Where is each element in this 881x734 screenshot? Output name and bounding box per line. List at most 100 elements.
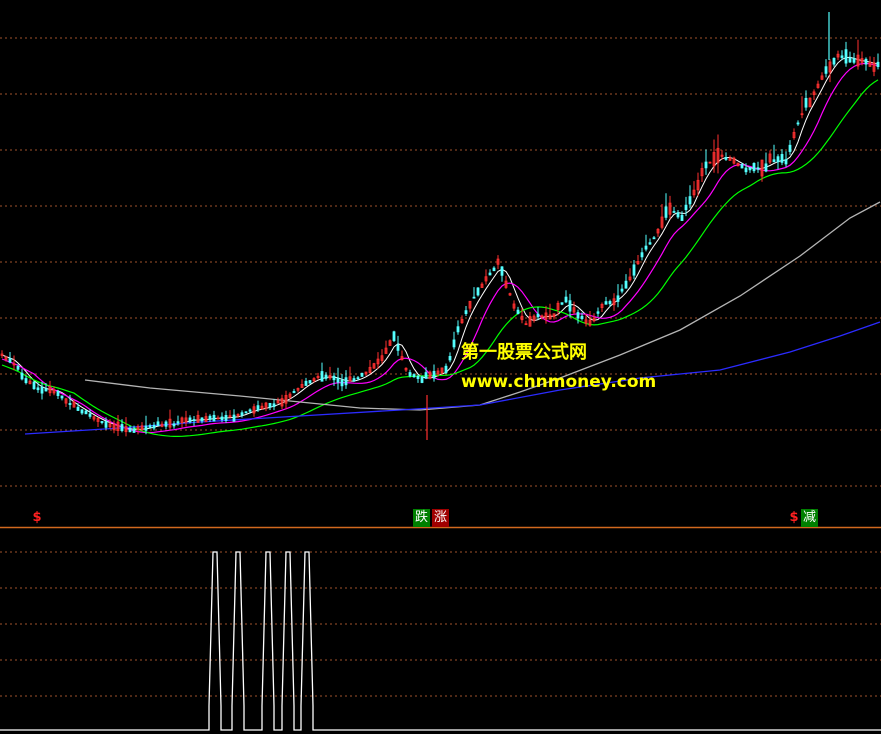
- candle-body: [200, 417, 204, 422]
- candle-body: [332, 375, 336, 381]
- candle-body: [456, 326, 460, 333]
- candle-body: [676, 212, 680, 218]
- candle-body: [272, 403, 276, 407]
- stock-chart: [0, 12, 881, 731]
- candle-body: [492, 267, 496, 272]
- indicator-gridlines: [0, 551, 881, 697]
- candle-body: [240, 412, 244, 416]
- candle-body: [752, 163, 756, 172]
- candle-body: [356, 377, 360, 380]
- indicator-line: [0, 551, 881, 731]
- candle-body: [604, 301, 608, 305]
- candle-body: [824, 66, 828, 74]
- candle-body: [448, 355, 452, 361]
- candle-body: [464, 310, 468, 315]
- candle-body: [396, 344, 400, 351]
- candle-body: [212, 414, 216, 422]
- candle-body: [876, 61, 880, 68]
- candle-body: [596, 311, 600, 314]
- candle-body: [748, 167, 752, 171]
- candle-body: [44, 388, 48, 392]
- candle-body: [488, 272, 492, 276]
- candle-body: [408, 372, 412, 377]
- candle-body: [476, 287, 480, 296]
- ma-120-line: [24, 321, 881, 435]
- candle-body: [60, 395, 64, 399]
- candle-body: [632, 264, 636, 276]
- candle-body: [764, 163, 768, 172]
- candle-body: [576, 312, 580, 319]
- watermark-title: 第一股票公式网: [461, 342, 587, 363]
- candle-body: [416, 375, 420, 379]
- candle-body: [844, 49, 848, 64]
- candle-body: [452, 339, 456, 348]
- candle-body: [624, 280, 628, 289]
- candle-body: [560, 302, 564, 305]
- indicator-panel: [0, 551, 881, 731]
- candle-body: [100, 421, 104, 424]
- candle-body: [848, 57, 852, 63]
- candle-body: [516, 309, 520, 315]
- candle-body: [24, 378, 28, 384]
- candle-body: [144, 425, 148, 431]
- candle-body: [232, 414, 236, 422]
- candle-body: [568, 300, 572, 312]
- candle-body: [672, 211, 676, 213]
- candle-body: [648, 242, 652, 245]
- candle-body: [756, 167, 760, 170]
- candle-body: [620, 288, 624, 292]
- candle-body: [172, 423, 176, 427]
- candle-body: [148, 425, 152, 428]
- candle-body: [84, 410, 88, 415]
- candle-body: [324, 374, 328, 379]
- ma-mid-line: [1, 62, 879, 434]
- candle-body: [120, 424, 124, 431]
- candle-body: [432, 370, 436, 379]
- candle-body: [740, 164, 744, 169]
- price-gridlines: [0, 37, 881, 487]
- candle-body: [684, 204, 688, 211]
- signal-rise: 涨: [432, 509, 450, 527]
- candle-body: [424, 372, 428, 379]
- candle-body: [132, 428, 136, 433]
- candle-body: [804, 97, 808, 108]
- candle-body: [784, 159, 788, 165]
- candle-body: [724, 157, 728, 160]
- candle-body: [304, 380, 308, 386]
- candle-body: [224, 415, 228, 421]
- candle-body: [688, 196, 692, 205]
- candle-body: [472, 296, 476, 299]
- signal-dollar-right: $: [789, 510, 799, 525]
- candle-body: [864, 58, 868, 65]
- candle-body: [420, 376, 424, 383]
- candle-body: [336, 377, 340, 383]
- candle-body: [32, 381, 36, 390]
- candle-body: [608, 301, 612, 305]
- ma-long-line: [1, 79, 879, 437]
- candle-body: [128, 428, 132, 433]
- candle-body: [644, 245, 648, 250]
- candle-body: [680, 214, 684, 221]
- signal-reduce: 减: [801, 509, 819, 527]
- candle-body: [256, 405, 260, 411]
- candle-body: [412, 374, 416, 378]
- candle-body: [164, 421, 168, 427]
- candle-body: [664, 206, 668, 218]
- candle-body: [68, 403, 72, 405]
- candle-body: [188, 417, 192, 423]
- candle-body: [8, 358, 12, 363]
- candle-body: [580, 315, 584, 319]
- candle-body: [772, 159, 776, 163]
- candle-body: [208, 415, 212, 420]
- candle-body: [80, 409, 84, 414]
- candle-body: [360, 372, 364, 377]
- moving-averages: [1, 56, 881, 437]
- candle-body: [744, 167, 748, 173]
- candle-body: [220, 416, 224, 421]
- candle-body: [796, 122, 800, 125]
- candle-body: [244, 411, 248, 414]
- candle-body: [776, 156, 780, 163]
- candle-body: [192, 419, 196, 422]
- signal-dollar-left: $: [32, 510, 42, 525]
- watermark-url: www.chnmoney.com: [461, 372, 657, 392]
